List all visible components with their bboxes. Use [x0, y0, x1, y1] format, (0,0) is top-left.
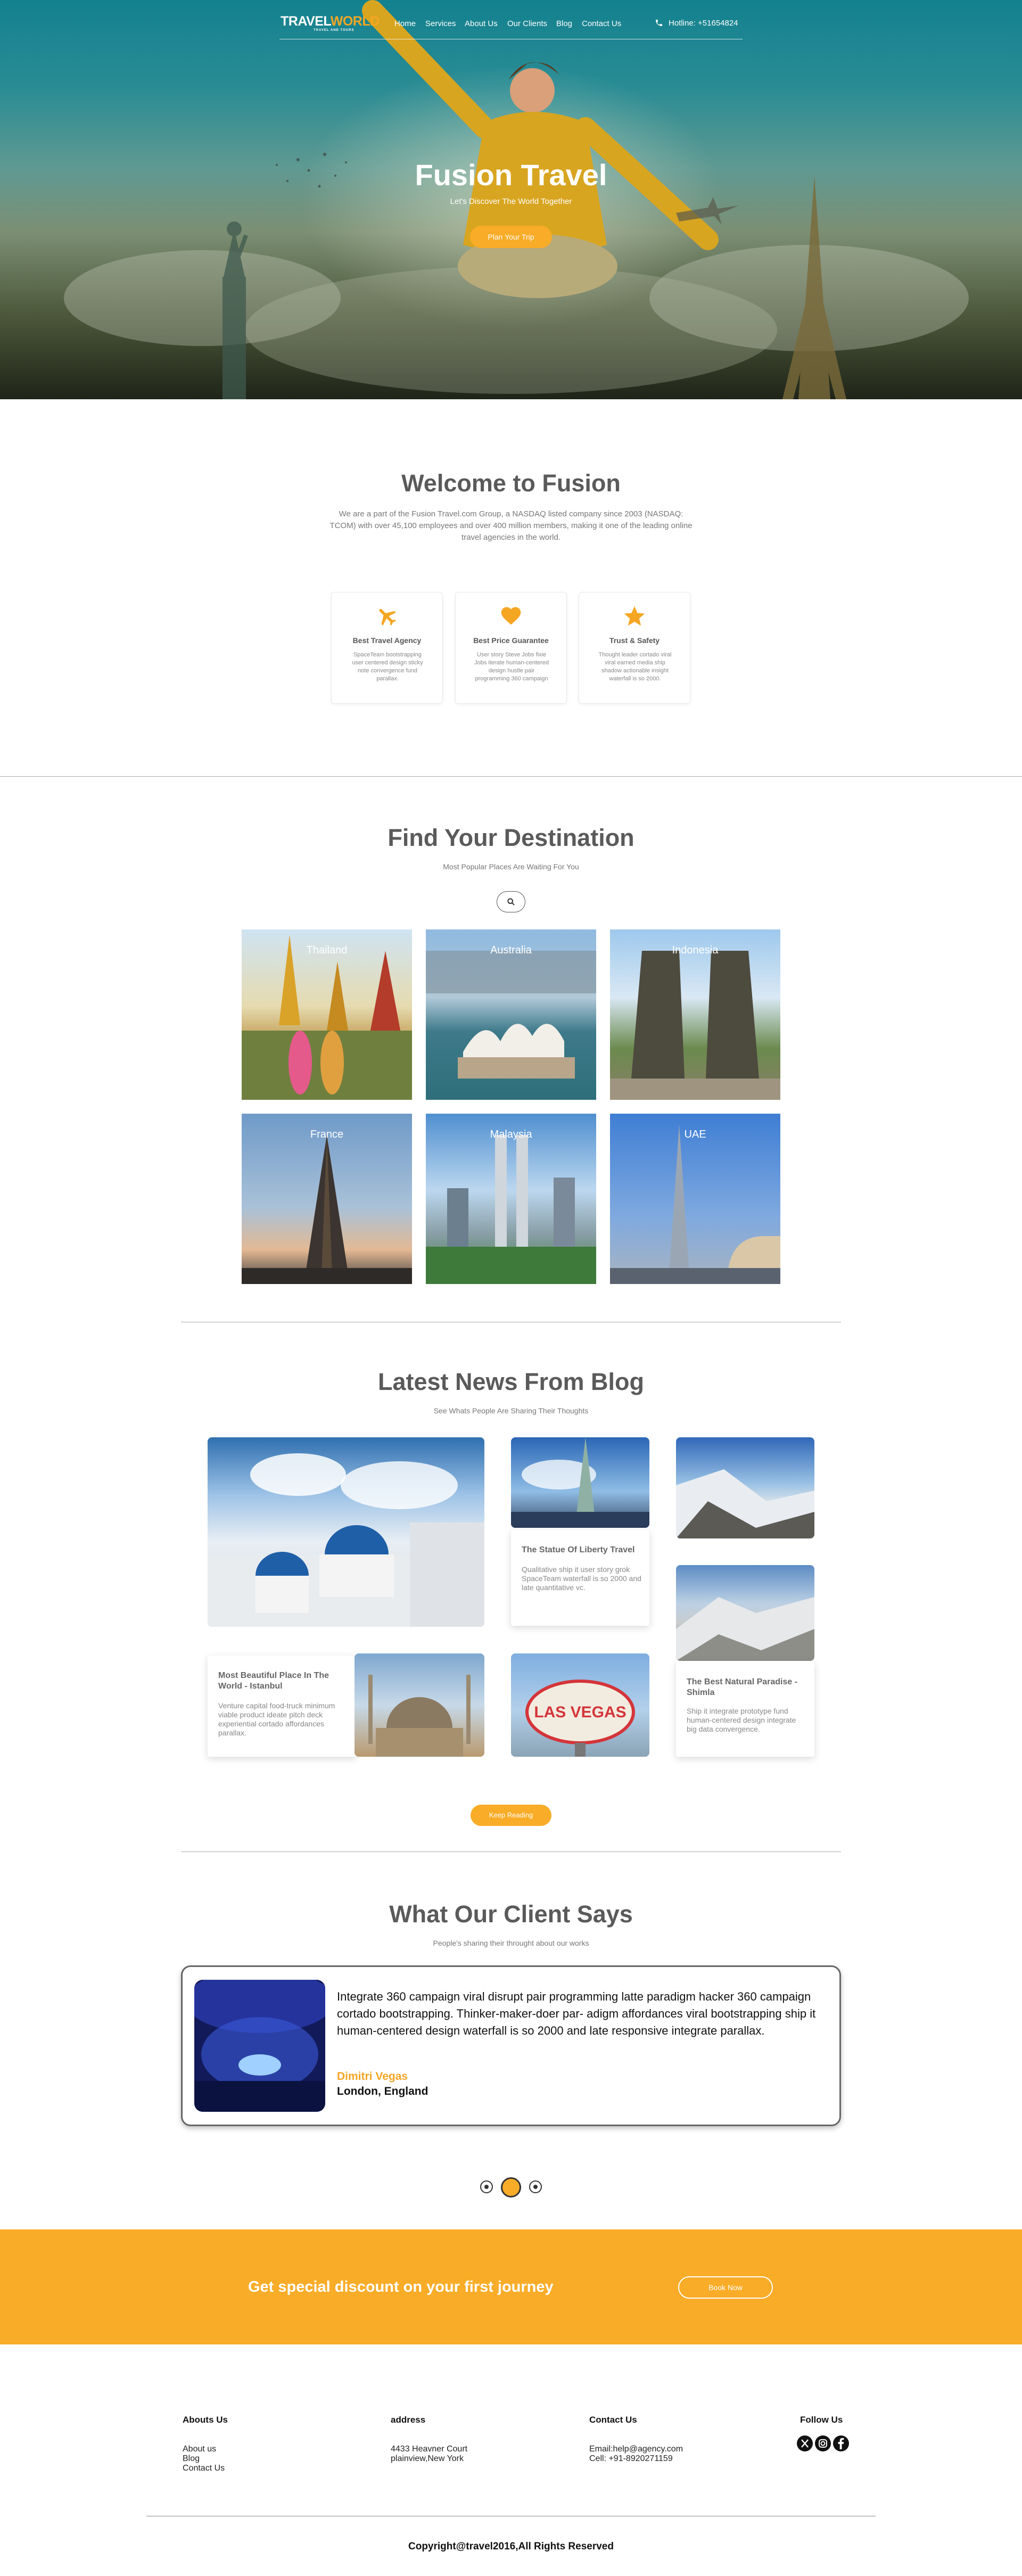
footer-phone[interactable]: Cell: +91-8920271159 — [589, 2454, 673, 2464]
blog-post-title: The Statue Of Liberty Travel — [522, 1545, 635, 1554]
divider — [0, 776, 1022, 777]
blog-post-text: Ship it integrate prototype fund human-c… — [687, 1707, 796, 1733]
destination-label: Thailand — [306, 944, 348, 956]
blog-subtitle: See Whats People Are Sharing Their Thoug… — [433, 1406, 589, 1415]
feature-card-travel-agency: Best Travel Agency SpaceTeam bootstrappi… — [331, 592, 443, 704]
nav-home[interactable]: Home — [394, 19, 416, 28]
welcome-title: Welcome to Fusion — [401, 470, 621, 497]
blog-post-text: Venture capital food-truck minimum viabl… — [218, 1701, 335, 1737]
hotline[interactable]: Hotline: +51654824 — [655, 19, 738, 28]
x-twitter-icon[interactable] — [796, 2435, 813, 2452]
traveler-figure — [362, 0, 719, 298]
plan-your-trip-button[interactable]: Plan Your Trip — [470, 226, 552, 248]
copyright: Copyright@travel2016,All Rights Reserved — [408, 2541, 614, 2552]
destination-label: Indonesia — [672, 944, 719, 956]
testimonial-card: Integrate 360 campaign viral disrupt pai… — [181, 1965, 841, 2126]
blog-title: Latest News From Blog — [377, 1368, 645, 1395]
destination-label: Australia — [490, 944, 532, 956]
feature-title: Best Travel Agency — [352, 636, 422, 645]
instagram-icon[interactable] — [814, 2435, 831, 2452]
promo-text: Get special discount on your first journ… — [248, 2278, 554, 2295]
destination-search-button[interactable] — [497, 891, 525, 912]
search-icon — [507, 898, 515, 906]
logo[interactable]: TRAVELWORLD TRAVEL AND TOURS — [281, 14, 380, 32]
book-now-button[interactable]: Book Now — [678, 2276, 773, 2299]
divider — [181, 1851, 841, 1852]
nav-blog[interactable]: Blog — [556, 19, 572, 28]
testimonial-quote: Integrate 360 campaign viral disrupt pai… — [337, 1990, 816, 2037]
blog-card-istanbul[interactable]: Most Beautiful Place In The World - Ista… — [208, 1656, 357, 1757]
nav-our-clients[interactable]: Our Clients — [507, 19, 547, 28]
carousel-dot[interactable] — [529, 2180, 542, 2193]
nav-contact-us[interactable]: Contact Us — [582, 19, 621, 28]
testimonials-subtitle: People's sharing their throught about ou… — [433, 1939, 589, 1947]
blog-card-statue-of-liberty[interactable]: The Statue Of Liberty Travel Qualitative… — [511, 1530, 649, 1626]
testimonial-location: London, England — [337, 2085, 428, 2097]
carousel-dot-active[interactable] — [501, 2177, 521, 2198]
blog-post-text: Qualitative ship it user story grok Spac… — [522, 1565, 641, 1592]
facebook-icon[interactable] — [833, 2435, 850, 2452]
phone-icon — [656, 20, 662, 26]
destination-card-indonesia[interactable]: Indonesia — [610, 929, 780, 1100]
blog-post-title: The Best Natural Paradise - Shimla — [687, 1677, 798, 1697]
footer-link-contact-us[interactable]: Contact Us — [183, 2464, 225, 2473]
promo-banner: Get special discount on your first journ… — [0, 2229, 1022, 2344]
testimonial-image — [194, 1980, 325, 2112]
hero-subtitle: Let's Discover The World Together — [450, 197, 572, 206]
footer-link-blog[interactable]: Blog — [183, 2454, 200, 2464]
footer-contact-title: Contact Us — [589, 2415, 637, 2425]
nav-about-us[interactable]: About Us — [465, 19, 498, 28]
hero-title: Fusion Travel — [415, 158, 607, 192]
feature-title: Best Price Guarantee — [473, 636, 549, 645]
blog-image-mountain-road[interactable] — [676, 1437, 814, 1538]
footer-link-about-us[interactable]: About us — [183, 2445, 216, 2454]
feature-text: SpaceTeam bootstrapping user centered de… — [352, 652, 423, 682]
heart-icon — [501, 607, 521, 625]
footer-email[interactable]: Email:help@agency.com — [589, 2445, 683, 2454]
footer-address-line: 4433 Heavner Court — [391, 2445, 468, 2454]
feature-text: User story Steve Jobs fixie Jobs iterate… — [474, 652, 549, 682]
destination-label: UAE — [684, 1129, 706, 1140]
destination-card-thailand[interactable]: Thailand — [242, 929, 412, 1100]
keep-reading-button[interactable]: Keep Reading — [471, 1805, 551, 1826]
footer-address-title: address — [391, 2415, 426, 2425]
airplane-icon — [379, 608, 396, 626]
welcome-text: We are a part of the Fusion Travel.com G… — [329, 509, 693, 542]
destination-label: France — [310, 1129, 344, 1140]
logo-tagline: TRAVEL AND TOURS — [314, 29, 355, 32]
footer-address-line: plainview,New York — [391, 2454, 464, 2463]
destination-card-uae[interactable]: UAE — [610, 1114, 780, 1284]
blog-image-istanbul[interactable] — [355, 1653, 484, 1757]
feature-title: Trust & Safety — [609, 636, 660, 645]
destination-card-malaysia[interactable]: Malaysia — [426, 1114, 596, 1284]
testimonial-name: Dimitri Vegas — [337, 2070, 408, 2083]
nav-services[interactable]: Services — [425, 19, 456, 28]
blog-image-las-vegas[interactable]: LAS VEGAS — [511, 1653, 649, 1757]
blog-image-statue-of-liberty[interactable] — [511, 1437, 649, 1528]
destination-label: Malaysia — [490, 1129, 532, 1140]
blog-image-santorini[interactable] — [208, 1437, 484, 1627]
blog-card-shimla[interactable]: The Best Natural Paradise - Shimla Ship … — [676, 1661, 814, 1757]
carousel-dot[interactable] — [480, 2180, 493, 2193]
blog-post-title: Most Beautiful Place In The World - Ista… — [218, 1671, 329, 1691]
feature-text: Thought leader cortado viral viral earne… — [598, 652, 672, 682]
destination-card-france[interactable]: France — [242, 1114, 412, 1284]
destinations-subtitle: Most Popular Places Are Waiting For You — [443, 862, 579, 871]
footer-follow-title: Follow Us — [800, 2415, 843, 2425]
star-icon — [624, 606, 645, 626]
hero-section: TRAVELWORLD TRAVEL AND TOURS Home Servic… — [0, 0, 1022, 399]
feature-card-trust-safety: Trust & Safety Thought leader cortado vi… — [579, 592, 690, 704]
testimonials-title: What Our Client Says — [389, 1900, 633, 1928]
footer-about-title: Abouts Us — [183, 2415, 228, 2425]
destination-card-australia[interactable]: Australia — [426, 929, 596, 1100]
navbar: TRAVELWORLD TRAVEL AND TOURS Home Servic… — [279, 13, 743, 39]
feature-card-price-guarantee: Best Price Guarantee User story Steve Jo… — [455, 592, 567, 704]
blog-image-shimla[interactable] — [676, 1565, 814, 1661]
destinations-title: Find Your Destination — [388, 824, 634, 851]
svg-text:LAS VEGAS: LAS VEGAS — [534, 1703, 626, 1721]
